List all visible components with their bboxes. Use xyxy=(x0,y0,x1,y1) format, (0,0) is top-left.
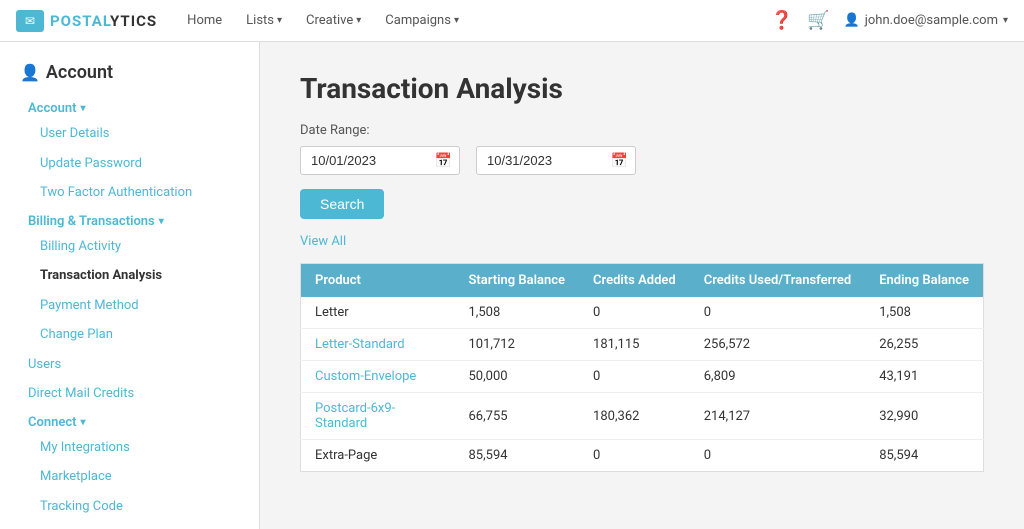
layout: 👤 Account Account ▾ User Details Update … xyxy=(0,42,1024,529)
table-row: Extra-Page85,5940085,594 xyxy=(301,440,984,472)
sidebar-item-user-details[interactable]: User Details xyxy=(0,119,259,149)
cell-product[interactable]: Postcard-6x9-Standard xyxy=(301,393,455,440)
sidebar-item-api-key[interactable]: API Key xyxy=(0,521,259,529)
user-menu[interactable]: 👤 john.doe@sample.com ▾ xyxy=(844,13,1008,28)
cell-starting-balance: 1,508 xyxy=(455,297,580,329)
sidebar-item-direct-mail-credits[interactable]: Direct Mail Credits xyxy=(0,379,259,409)
sidebar-group-connect[interactable]: Connect ▾ xyxy=(0,409,259,433)
sidebar-item-users[interactable]: Users xyxy=(0,350,259,380)
nav-lists[interactable]: Lists ▾ xyxy=(236,9,292,32)
sidebar-group-billing[interactable]: Billing & Transactions ▾ xyxy=(0,208,259,232)
nav-campaigns[interactable]: Campaigns ▾ xyxy=(375,9,469,32)
help-icon[interactable]: ❓ xyxy=(771,10,793,31)
sidebar-group-account[interactable]: Account ▾ xyxy=(0,95,259,119)
nav-creative[interactable]: Creative ▾ xyxy=(296,9,371,32)
sidebar-section-title: 👤 Account xyxy=(0,62,259,95)
cell-product: Letter xyxy=(301,297,455,329)
cell-ending-balance: 85,594 xyxy=(865,440,983,472)
user-email: john.doe@sample.com xyxy=(865,13,998,28)
cell-ending-balance: 1,508 xyxy=(865,297,983,329)
cell-starting-balance: 85,594 xyxy=(455,440,580,472)
col-credits-added: Credits Added xyxy=(579,264,690,298)
top-nav: ✉ POSTALYTICS Home Lists ▾ Creative ▾ Ca… xyxy=(0,0,1024,42)
chevron-down-icon: ▾ xyxy=(159,216,164,227)
table-row: Letter-Standard101,712181,115256,57226,2… xyxy=(301,329,984,361)
cell-credits-used: 0 xyxy=(690,297,865,329)
sidebar-item-change-plan[interactable]: Change Plan xyxy=(0,320,259,350)
table-row: Custom-Envelope50,00006,80943,191 xyxy=(301,361,984,393)
logo-icon: ✉ xyxy=(16,10,44,32)
view-all-link[interactable]: View All xyxy=(300,234,346,249)
date-range-label: Date Range: xyxy=(300,123,984,138)
cell-ending-balance: 32,990 xyxy=(865,393,983,440)
transaction-table: Product Starting Balance Credits Added C… xyxy=(300,263,984,472)
sidebar-item-transaction-analysis[interactable]: Transaction Analysis xyxy=(0,261,259,291)
sidebar-item-tracking-code[interactable]: Tracking Code xyxy=(0,492,259,522)
main-content: Transaction Analysis Date Range: 📅 📅 Sea… xyxy=(260,42,1024,529)
cell-credits-added: 0 xyxy=(579,440,690,472)
nav-links: Home Lists ▾ Creative ▾ Campaigns ▾ xyxy=(177,9,771,32)
cell-product[interactable]: Custom-Envelope xyxy=(301,361,455,393)
chevron-down-icon: ▾ xyxy=(1003,15,1008,26)
chevron-down-icon: ▾ xyxy=(356,15,361,26)
date-range-row: 📅 📅 xyxy=(300,146,984,175)
col-product: Product xyxy=(301,264,455,298)
logo-text: POSTALYTICS xyxy=(50,12,157,30)
chevron-down-icon: ▾ xyxy=(80,103,85,114)
cell-credits-used: 6,809 xyxy=(690,361,865,393)
cell-ending-balance: 26,255 xyxy=(865,329,983,361)
page-title: Transaction Analysis xyxy=(300,72,984,105)
cell-product[interactable]: Letter-Standard xyxy=(301,329,455,361)
col-credits-used: Credits Used/Transferred xyxy=(690,264,865,298)
nav-home[interactable]: Home xyxy=(177,9,232,32)
sidebar-item-two-factor[interactable]: Two Factor Authentication xyxy=(0,178,259,208)
cell-credits-added: 0 xyxy=(579,297,690,329)
cell-product: Extra-Page xyxy=(301,440,455,472)
cart-icon[interactable]: 🛒 xyxy=(807,10,829,31)
user-icon: 👤 xyxy=(844,13,860,28)
chevron-down-icon: ▾ xyxy=(81,417,86,428)
cell-credits-added: 181,115 xyxy=(579,329,690,361)
calendar-icon[interactable]: 📅 xyxy=(435,153,452,169)
sidebar-item-my-integrations[interactable]: My Integrations xyxy=(0,433,259,463)
search-button[interactable]: Search xyxy=(300,189,384,219)
cell-ending-balance: 43,191 xyxy=(865,361,983,393)
cell-credits-used: 0 xyxy=(690,440,865,472)
cell-starting-balance: 101,712 xyxy=(455,329,580,361)
nav-right: ❓ 🛒 👤 john.doe@sample.com ▾ xyxy=(771,10,1008,31)
date-from-wrapper: 📅 xyxy=(300,146,460,175)
cell-credits-added: 0 xyxy=(579,361,690,393)
sidebar-item-billing-activity[interactable]: Billing Activity xyxy=(0,232,259,262)
chevron-down-icon: ▾ xyxy=(277,15,282,26)
sidebar-item-payment-method[interactable]: Payment Method xyxy=(0,291,259,321)
sidebar-item-update-password[interactable]: Update Password xyxy=(0,149,259,179)
account-icon: 👤 xyxy=(20,63,40,82)
chevron-down-icon: ▾ xyxy=(454,15,459,26)
table-row: Postcard-6x9-Standard66,755180,362214,12… xyxy=(301,393,984,440)
calendar-icon[interactable]: 📅 xyxy=(611,153,628,169)
cell-credits-used: 214,127 xyxy=(690,393,865,440)
sidebar: 👤 Account Account ▾ User Details Update … xyxy=(0,42,260,529)
sidebar-item-marketplace[interactable]: Marketplace xyxy=(0,462,259,492)
logo[interactable]: ✉ POSTALYTICS xyxy=(16,10,157,32)
cell-starting-balance: 50,000 xyxy=(455,361,580,393)
cell-credits-used: 256,572 xyxy=(690,329,865,361)
table-row: Letter1,508001,508 xyxy=(301,297,984,329)
date-to-wrapper: 📅 xyxy=(476,146,636,175)
cell-credits-added: 180,362 xyxy=(579,393,690,440)
cell-starting-balance: 66,755 xyxy=(455,393,580,440)
col-starting-balance: Starting Balance xyxy=(455,264,580,298)
col-ending-balance: Ending Balance xyxy=(865,264,983,298)
